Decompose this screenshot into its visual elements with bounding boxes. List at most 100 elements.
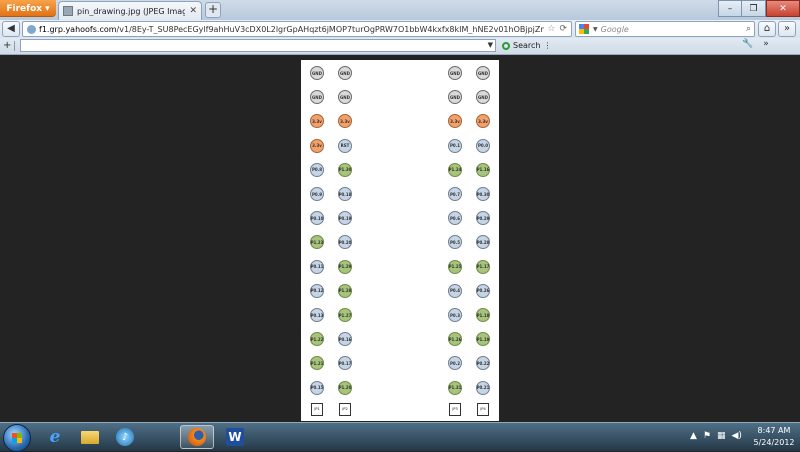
overflow-chevron-icon[interactable]: » [763,39,769,49]
network-icon[interactable]: ▦ [717,431,726,441]
pin-p0-3: P0.3 [448,308,462,322]
pin-p0-2: P0.2 [448,356,462,371]
toolbar-search-more-icon: ⋮ [543,41,552,50]
tray-arrow-icon[interactable]: ▲ [690,431,697,441]
add-toolbar-icon[interactable]: + [3,40,11,51]
search-icon[interactable]: ⌕ [746,24,751,34]
toolbar-right-tools: 🔧 » [742,39,769,49]
word-icon: W [226,428,244,446]
pin-rst: RST [338,138,352,153]
search-toolbar: + ▼ Search ⋮ 🔧 » [0,38,800,55]
taskbar-clock[interactable]: 8:47 AM 5/24/2012 [752,425,796,449]
toolbar-search-button[interactable]: Search ⋮ [502,39,551,52]
home-button[interactable]: ⌂ [758,21,776,37]
toolbar-search-input[interactable]: ▼ [20,39,496,52]
tab-pin-drawing[interactable]: pin_drawing.jpg (JPEG Image, 501 × 908 .… [58,1,202,20]
pin-gnd: GND [338,90,352,105]
pin-p0-9: P0.9 [310,187,324,201]
navigation-toolbar: ◀ f1.grp.yahoofs.com/v1/8Ey-T_SU8PecEGyl… [0,20,800,39]
site-identity-icon[interactable] [27,24,36,34]
windows-logo-icon [11,432,23,444]
connector-jp4: JP4 [477,402,489,416]
search-bar[interactable]: ▼ Google ⌕ [575,21,755,37]
pin-p1-21: P1.21 [310,356,324,371]
new-tab-button[interactable]: + [205,2,221,18]
taskbar-itunes[interactable]: ♪ [108,425,142,449]
pin-gnd: GND [310,90,324,105]
pin-p1-19: P1.19 [476,332,490,347]
pin-p1-29: P1.29 [338,259,352,274]
pin-p0-22: P0.22 [476,356,490,371]
pin-p0-5: P0.5 [448,235,462,250]
pin-p0-10: P0.10 [310,211,324,226]
close-window-button[interactable]: ✕ [766,0,800,17]
more-tools-button[interactable]: » [778,21,796,37]
taskbar-word[interactable]: W [218,425,252,449]
pin-p1-23: P1.23 [310,235,324,250]
start-button[interactable] [3,424,31,452]
connector-jp3: JP3 [449,402,461,416]
pin-p1-16: P1.16 [476,162,490,177]
pin-p1-26: P1.26 [448,332,462,347]
minimize-button[interactable]: – [718,0,742,17]
search-placeholder: Google [600,24,629,34]
toolbar-dropdown-icon[interactable]: ▼ [488,41,493,49]
url-bar[interactable]: f1.grp.yahoofs.com/v1/8Ey-T_SU8PecEGylf9… [22,21,572,37]
taskbar-internet-explorer[interactable]: e [38,425,72,449]
pin-p0-29: P0.29 [476,211,490,226]
clock-time: 8:47 AM [757,426,791,435]
firefox-menu-button[interactable]: Firefox ▾ [0,0,56,17]
pin-p1-22: P1.22 [310,332,324,347]
wrench-icon[interactable]: 🔧 [742,39,753,49]
pin-3-3v: 3.3v [338,114,352,129]
firefox-menu-label: Firefox [6,3,43,14]
maximize-button[interactable]: ❐ [742,0,766,17]
pin-p0-21: P0.21 [476,380,490,395]
pin-p1-18: P1.18 [476,308,490,322]
tray-flag-icon[interactable]: ⚑ [703,431,711,441]
taskbar-firefox[interactable] [180,425,214,449]
image-viewer: GND GND GND GND GND GND GND GND 3.3v 3.3v 3.3v 3.3v… [0,55,800,422]
pin-p0-26: P0.26 [476,283,490,298]
pin-drawing-image[interactable]: GND GND GND GND GND GND GND GND 3.3v 3.3v 3.3v 3.3v… [301,60,499,421]
internet-explorer-icon: e [49,427,61,447]
pin-p0-19: P0.19 [338,211,352,226]
pin-p0-8: P0.8 [310,162,324,177]
pin-p1-17: P1.17 [476,259,490,274]
pin-p1-20: P1.20 [338,380,352,395]
tab-title: pin_drawing.jpg (JPEG Image, 501 × 908 .… [77,6,186,16]
pin-gnd: GND [476,90,490,105]
pin-gnd: GND [338,66,352,80]
pin-p1-27: P1.27 [338,308,352,322]
url-path: /v1/8Ey-T_SU8PecEGylf9ahHuV3cDX0L2lgrGpA… [116,24,545,34]
itunes-icon: ♪ [116,428,134,446]
connector-jp1: JP1 [311,402,323,416]
back-button[interactable]: ◀ [2,21,20,37]
pin-p0-6: P0.6 [448,211,462,226]
tab-close-icon[interactable]: ✕ [189,6,197,16]
url-text: f1.grp.yahoofs.com/v1/8Ey-T_SU8PecEGylf9… [39,25,544,34]
volume-icon[interactable]: ◀) [732,431,742,441]
bookmark-star-icon[interactable]: ☆ [547,24,555,34]
pin-p1-25: P1.25 [448,259,462,274]
pin-p0-4: P0.4 [448,283,462,298]
reload-icon[interactable]: ⟳ [559,24,567,34]
connector-jp2: JP2 [339,402,351,416]
pin-p0-30: P0.30 [476,187,490,201]
pin-p0-17: P0.17 [338,356,352,371]
pin-gnd: GND [448,90,462,105]
pin-p0-18: P0.18 [338,187,352,201]
clock-date: 5/24/2012 [753,438,795,447]
pin-p0-16: P0.16 [338,332,352,347]
pin-p0-0: P0.0 [476,138,490,153]
toolbar-divider [14,41,15,51]
pin-gnd: GND [310,66,324,80]
windows-taskbar: e ♪ W ▲ ⚑ ▦ ◀) 8:47 AM 5/24/2012 [0,422,800,452]
engine-dropdown-icon[interactable]: ▼ [593,26,598,33]
taskbar-file-explorer[interactable] [73,425,107,449]
pin-p0-12: P0.12 [310,283,324,298]
pin-p0-7: P0.7 [448,187,462,201]
google-engine-icon[interactable] [579,23,590,35]
pin-p0-15: P0.15 [310,380,324,395]
toolbar-search-icon [502,41,510,50]
